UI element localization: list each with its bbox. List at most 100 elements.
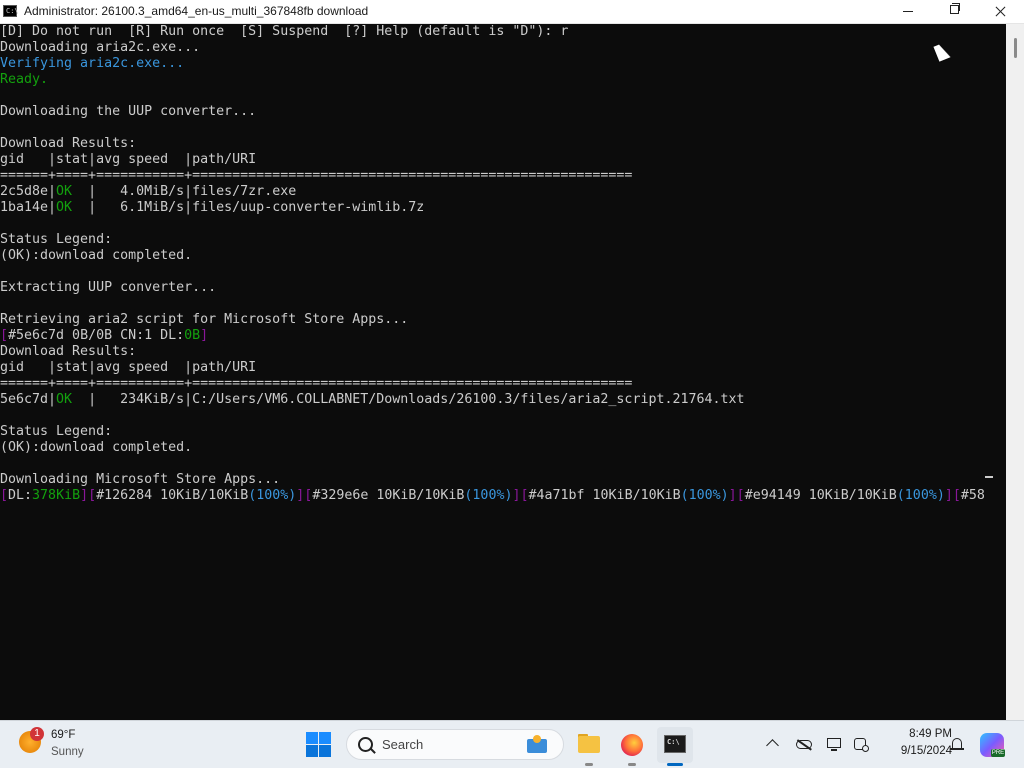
console-line: Ready. (0, 72, 48, 88)
console-text: Download Results: (0, 344, 137, 359)
console-text: ======+====+===========+================… (0, 168, 633, 183)
console-text: (100%) (464, 488, 513, 503)
weather-alert-badge: 1 (30, 727, 44, 741)
network-icon[interactable] (853, 736, 869, 752)
console-line: Extracting UUP converter... (0, 280, 216, 296)
restore-button[interactable] (931, 0, 977, 23)
console-text: [D] Do not run [R] Run once [S] Suspend … (0, 24, 569, 39)
running-indicator (628, 763, 636, 766)
console-text: Downloading Microsoft Store Apps... (0, 472, 281, 487)
console-text: #126284 10KiB/10KiB (96, 488, 249, 503)
search-icon (358, 737, 373, 752)
firefox-icon (621, 734, 643, 756)
console-text: Ready. (0, 72, 49, 87)
console-text: (OK):download completed. (0, 248, 193, 263)
console-text: [ (952, 488, 961, 503)
onedrive-offline-icon[interactable] (796, 736, 812, 752)
console-line: Downloading Microsoft Store Apps... (0, 472, 280, 488)
console-text: ] (728, 488, 737, 503)
taskbar-app-file-explorer[interactable] (571, 727, 607, 763)
console-text: OK (56, 184, 73, 199)
console-line: [#5e6c7d 0B/0B CN:1 DL:0B] (0, 328, 208, 344)
vertical-scrollbar[interactable] (1006, 24, 1024, 720)
console-line: 1ba14e|OK | 6.1MiB/s|files/uup-converter… (0, 200, 424, 216)
console-line: Retrieving aria2 script for Microsoft St… (0, 312, 408, 328)
display-icon[interactable] (827, 736, 843, 752)
console-text: 378KiB (32, 488, 81, 503)
show-hidden-icons-chevron-icon[interactable] (765, 736, 781, 752)
console-text: #4a71bf 10KiB/10KiB (528, 488, 681, 503)
clock-time: 8:49 PM (909, 728, 952, 740)
console-line: Verifying aria2c.exe... (0, 56, 184, 72)
console-line: Status Legend: (0, 232, 112, 248)
window-title: Administrator: 26100.3_amd64_en-us_multi… (24, 4, 369, 18)
console-text: OK (56, 392, 73, 407)
console-line: Download Results: (0, 136, 136, 152)
console-text: Status Legend: (0, 424, 113, 439)
console-line: 2c5d8e|OK | 4.0MiB/s|files/7zr.exe (0, 184, 296, 200)
console-text: Download Results: (0, 136, 137, 151)
console-text: 5e6c7d| (0, 392, 57, 407)
console-text: [ (0, 328, 9, 343)
minimize-button[interactable] (885, 0, 931, 23)
taskbar-app-firefox[interactable] (614, 727, 650, 763)
console-text: #58 (960, 488, 985, 503)
console-text: #e94149 10KiB/10KiB (744, 488, 897, 503)
console-line: Download Results: (0, 344, 136, 360)
console-line: (OK):download completed. (0, 248, 192, 264)
minimize-icon (903, 11, 913, 12)
console-text: gid |stat|avg speed |path/URI (0, 360, 257, 375)
window-titlebar[interactable]: C:\ Administrator: 26100.3_amd64_en-us_m… (0, 0, 1024, 24)
console-text: (100%) (896, 488, 945, 503)
console-output[interactable]: [D] Do not run [R] Run once [S] Suspend … (0, 24, 1006, 720)
console-text: ] (80, 488, 89, 503)
console-text: [ (736, 488, 745, 503)
search-highlight-icon (523, 733, 551, 757)
running-indicator (585, 763, 593, 766)
notification-bell-icon[interactable] (949, 736, 965, 752)
console-line: [D] Do not run [R] Run once [S] Suspend … (0, 24, 568, 40)
console-text: (OK):download completed. (0, 440, 193, 455)
console-text: | 4.0MiB/s|files/7zr.exe (72, 184, 297, 199)
console-text: DL: (8, 488, 33, 503)
console-text: #5e6c7d 0B/0B CN:1 DL: (8, 328, 185, 343)
close-button[interactable] (977, 0, 1023, 23)
console-line: Downloading aria2c.exe... (0, 40, 200, 56)
cmd-icon: C:\ (3, 5, 19, 17)
console-text: | 234KiB/s|C:/Users/VM6.COLLABNET/Downlo… (72, 392, 745, 407)
console-text: Downloading the UUP converter... (0, 104, 257, 119)
console-text: [ (88, 488, 97, 503)
console-text: ] (944, 488, 953, 503)
start-button[interactable] (306, 732, 332, 758)
console-line: Status Legend: (0, 424, 112, 440)
search-label: Search (382, 737, 424, 752)
console-text: Status Legend: (0, 232, 113, 247)
console-line: [DL:378KiB][#126284 10KiB/10KiB(100%)][#… (0, 488, 985, 504)
console-text: Downloading aria2c.exe... (0, 40, 201, 55)
scrollbar-thumb[interactable] (1014, 38, 1017, 58)
console-text: (100%) (680, 488, 729, 503)
console-text: | 6.1MiB/s|files/uup-converter-wimlib.7z (72, 200, 425, 215)
console-line: ======+====+===========+================… (0, 168, 632, 184)
console-line: gid |stat|avg speed |path/URI (0, 152, 256, 168)
console-text: 0B (184, 328, 201, 343)
console-text: Verifying aria2c.exe... (0, 56, 185, 71)
taskbar: 1 69°F Sunny Search C:\ 8:49 PM 9/15/202… (0, 720, 1024, 768)
console-text: (100%) (248, 488, 297, 503)
copilot-preview-badge: PRE (991, 749, 1005, 757)
console-line: ======+====+===========+================… (0, 376, 632, 392)
console-line: gid |stat|avg speed |path/URI (0, 360, 256, 376)
active-indicator (667, 763, 683, 766)
console-text: 1ba14e| (0, 200, 57, 215)
text-cursor (985, 476, 993, 478)
console-text: ======+====+===========+================… (0, 376, 633, 391)
console-text: 2c5d8e| (0, 184, 57, 199)
console-text: Extracting UUP converter... (0, 280, 217, 295)
console-text: ] (200, 328, 209, 343)
taskbar-app-terminal[interactable]: C:\ (657, 727, 693, 763)
console-text: #329e6e 10KiB/10KiB (312, 488, 465, 503)
console-text: OK (56, 200, 73, 215)
console-text: gid |stat|avg speed |path/URI (0, 152, 257, 167)
taskbar-search[interactable]: Search (346, 729, 564, 760)
clock-date: 9/15/2024 (900, 745, 952, 757)
